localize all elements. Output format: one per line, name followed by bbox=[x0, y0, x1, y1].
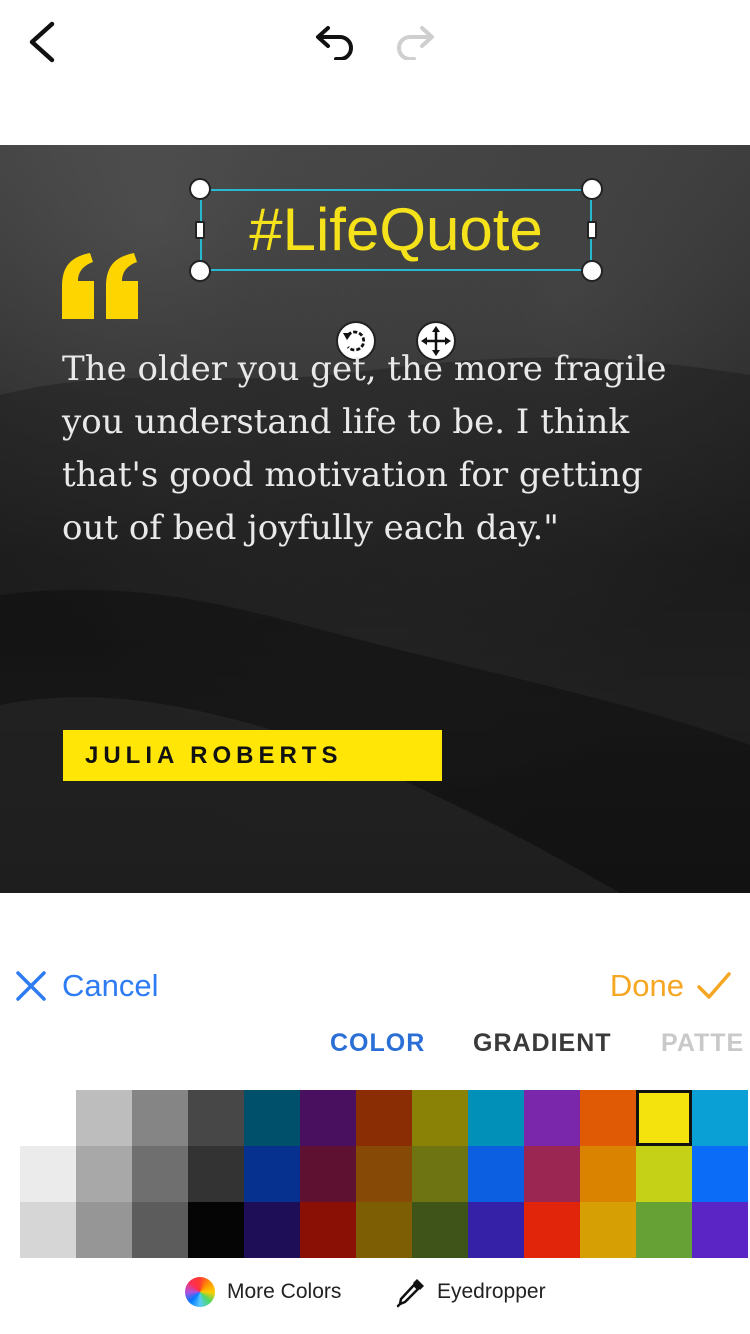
color-swatch[interactable] bbox=[636, 1202, 692, 1258]
color-swatch[interactable] bbox=[244, 1202, 300, 1258]
color-swatch[interactable] bbox=[692, 1202, 748, 1258]
tab-color[interactable]: COLOR bbox=[330, 1029, 425, 1058]
author-label[interactable]: JULIA ROBERTS bbox=[63, 730, 442, 781]
color-swatch[interactable] bbox=[524, 1146, 580, 1202]
color-swatch[interactable] bbox=[692, 1146, 748, 1202]
color-swatch[interactable] bbox=[412, 1202, 468, 1258]
eyedropper-label: Eyedropper bbox=[437, 1280, 546, 1303]
color-swatch[interactable] bbox=[524, 1090, 580, 1146]
color-swatch[interactable] bbox=[580, 1090, 636, 1146]
color-swatch[interactable] bbox=[356, 1202, 412, 1258]
color-swatch[interactable] bbox=[300, 1146, 356, 1202]
color-swatch[interactable] bbox=[580, 1146, 636, 1202]
resize-handle-left[interactable] bbox=[195, 221, 205, 239]
color-swatch[interactable] bbox=[188, 1202, 244, 1258]
color-swatch[interactable] bbox=[244, 1146, 300, 1202]
color-picker-panel: Cancel Done COLOR GRADIENT PATTE More Co… bbox=[0, 893, 750, 1334]
done-label: Done bbox=[609, 968, 684, 1003]
color-swatch[interactable] bbox=[580, 1202, 636, 1258]
color-swatch[interactable] bbox=[132, 1202, 188, 1258]
design-canvas[interactable]: #LifeQuote The older you get, the more f… bbox=[0, 145, 750, 893]
color-swatch[interactable] bbox=[356, 1090, 412, 1146]
resize-handle-bottom-right[interactable] bbox=[581, 260, 603, 282]
chevron-left-icon[interactable] bbox=[24, 20, 64, 64]
color-swatch[interactable] bbox=[692, 1090, 748, 1146]
color-swatch[interactable] bbox=[132, 1146, 188, 1202]
color-palette bbox=[20, 1090, 750, 1258]
color-swatch[interactable] bbox=[636, 1090, 692, 1146]
checkmark-icon bbox=[697, 972, 731, 999]
color-swatch[interactable] bbox=[412, 1146, 468, 1202]
color-swatch[interactable] bbox=[468, 1146, 524, 1202]
color-swatch[interactable] bbox=[468, 1202, 524, 1258]
resize-handle-bottom-left[interactable] bbox=[189, 260, 211, 282]
color-swatch[interactable] bbox=[300, 1202, 356, 1258]
color-swatch[interactable] bbox=[524, 1202, 580, 1258]
color-swatch[interactable] bbox=[20, 1090, 76, 1146]
eyedropper-button[interactable]: Eyedropper bbox=[395, 1276, 546, 1308]
redo-icon[interactable] bbox=[392, 22, 438, 60]
tab-gradient[interactable]: GRADIENT bbox=[473, 1029, 612, 1058]
color-swatch[interactable] bbox=[20, 1202, 76, 1258]
resize-handle-top-left[interactable] bbox=[189, 178, 211, 200]
hashtag-text[interactable]: #LifeQuote bbox=[200, 189, 592, 271]
color-swatch[interactable] bbox=[468, 1090, 524, 1146]
more-colors-label: More Colors bbox=[227, 1280, 342, 1303]
quote-mark-icon bbox=[62, 253, 138, 319]
color-swatch[interactable] bbox=[244, 1090, 300, 1146]
close-icon bbox=[16, 971, 46, 1001]
color-swatch[interactable] bbox=[300, 1090, 356, 1146]
color-swatch[interactable] bbox=[356, 1146, 412, 1202]
color-swatch[interactable] bbox=[188, 1146, 244, 1202]
more-colors-button[interactable]: More Colors bbox=[185, 1276, 341, 1308]
tab-pattern[interactable]: PATTE bbox=[661, 1029, 744, 1058]
eyedropper-icon bbox=[396, 1279, 424, 1308]
color-swatch[interactable] bbox=[412, 1090, 468, 1146]
color-swatch[interactable] bbox=[76, 1202, 132, 1258]
color-wheel-icon bbox=[185, 1277, 215, 1307]
color-swatch[interactable] bbox=[636, 1146, 692, 1202]
undo-icon[interactable] bbox=[312, 22, 358, 60]
quote-text[interactable]: The older you get, the more fragile you … bbox=[62, 343, 682, 555]
cancel-label: Cancel bbox=[62, 968, 159, 1003]
color-swatch[interactable] bbox=[20, 1146, 76, 1202]
cancel-button[interactable]: Cancel bbox=[14, 963, 159, 1009]
resize-handle-top-right[interactable] bbox=[581, 178, 603, 200]
color-swatch[interactable] bbox=[76, 1090, 132, 1146]
color-swatch[interactable] bbox=[132, 1090, 188, 1146]
color-swatch[interactable] bbox=[188, 1090, 244, 1146]
author-name: JULIA ROBERTS bbox=[85, 742, 343, 769]
color-swatch[interactable] bbox=[76, 1146, 132, 1202]
resize-handle-right[interactable] bbox=[587, 221, 597, 239]
done-button[interactable]: Done bbox=[610, 963, 732, 1009]
top-toolbar bbox=[0, 0, 750, 145]
